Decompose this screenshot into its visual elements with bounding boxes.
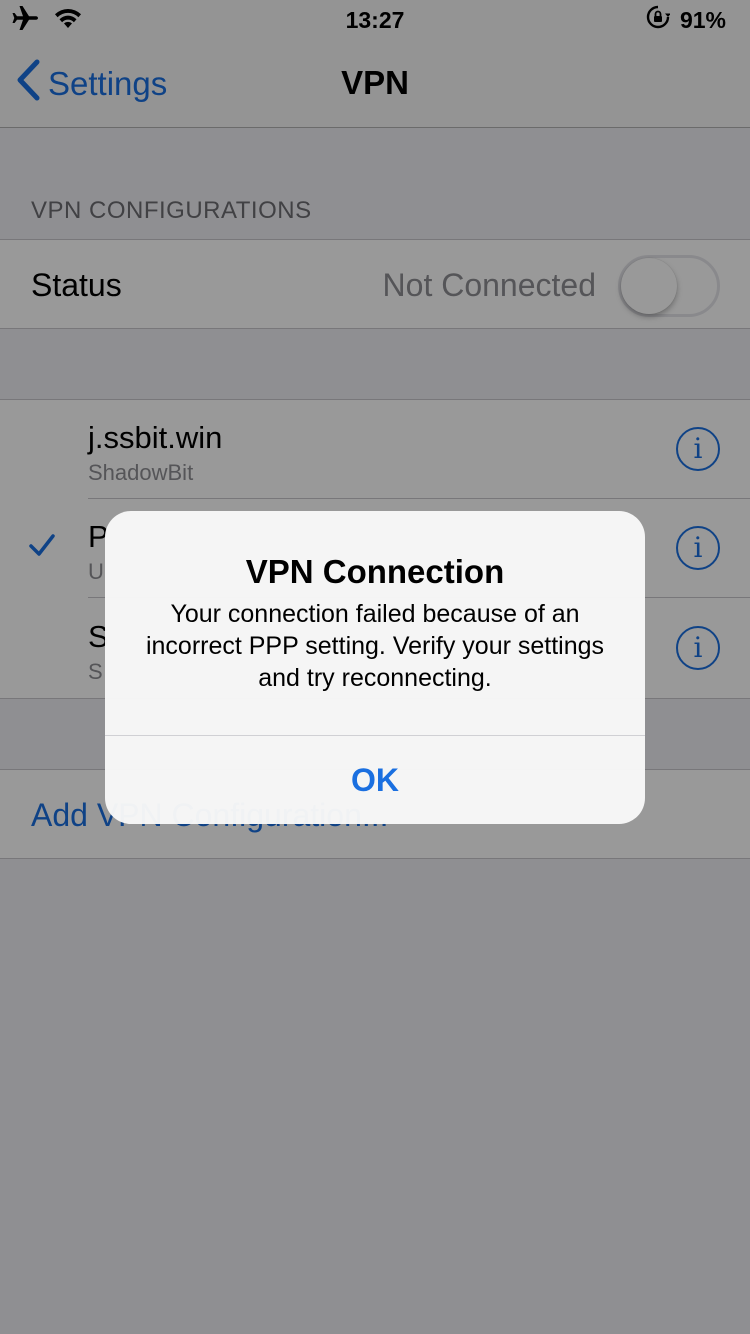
ok-button[interactable]: OK <box>105 736 645 824</box>
alert-title: VPN Connection <box>245 553 505 590</box>
vpn-settings-screen: 13:27 91% Settings VPN VPN CONFIGURATION… <box>0 0 750 1334</box>
alert-message: Your connection failed because of an inc… <box>145 600 605 692</box>
alert-dialog: VPN Connection Your connection failed be… <box>105 511 645 824</box>
